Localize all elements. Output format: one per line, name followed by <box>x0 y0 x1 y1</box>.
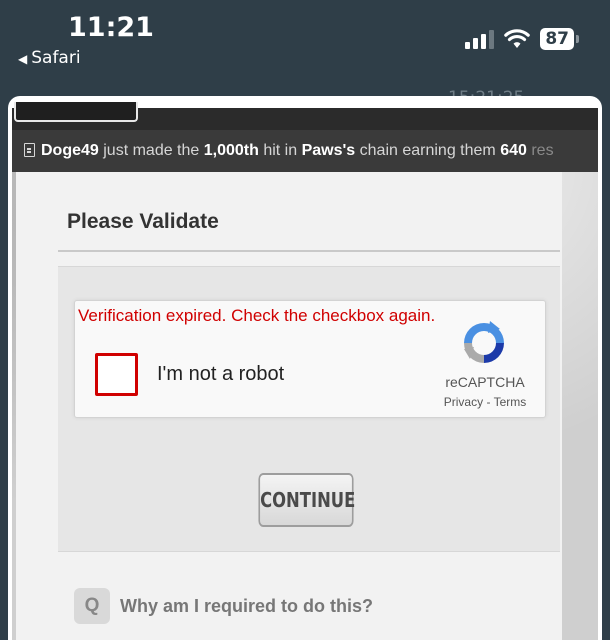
battery-icon: 87 <box>540 28 579 50</box>
dialog-title: Please Validate <box>67 210 219 233</box>
link-separator: - <box>486 395 491 409</box>
divider <box>58 250 560 252</box>
ticker-hit: 1,000th <box>203 142 259 159</box>
not-a-robot-label: I'm not a robot <box>157 363 285 385</box>
faq-question-link[interactable]: Why am I required to do this? <box>120 596 373 617</box>
terms-link[interactable]: Terms <box>494 395 527 409</box>
back-arrow-icon: ◀ <box>18 52 28 66</box>
back-app-label: Safari <box>31 48 81 68</box>
validation-dialog: Please Validate Verification expired. Ch… <box>16 172 562 640</box>
site-header-strip <box>12 102 598 130</box>
ticker-text: hit in <box>258 142 302 159</box>
web-page: Doge49 just made the 1,000th hit in Paws… <box>12 102 598 640</box>
recaptcha-logo-icon <box>464 321 504 363</box>
ticker-text: just made the <box>98 142 204 159</box>
news-ticker: Doge49 just made the 1,000th hit in Paws… <box>12 130 598 172</box>
ticker-text: chain earning them <box>355 142 501 159</box>
status-icons: 87 <box>465 28 579 50</box>
privacy-link[interactable]: Privacy <box>444 395 483 409</box>
not-a-robot-checkbox[interactable] <box>95 353 138 396</box>
browser-sheet: Doge49 just made the 1,000th hit in Paws… <box>8 96 602 640</box>
site-logo <box>14 102 138 122</box>
wifi-icon <box>504 29 531 48</box>
ticker-faction[interactable]: Paws's <box>302 142 356 159</box>
ios-status-bar: 11:21 ◀Safari 87 15:21:25 <box>0 0 610 108</box>
ticker-text: res <box>526 142 554 159</box>
question-icon: Q <box>74 588 110 624</box>
back-to-app-link[interactable]: ◀ Safari <box>18 48 81 68</box>
clock-time: 11:21 <box>68 12 154 43</box>
ticker-points: 640 <box>500 142 527 159</box>
cellular-signal-icon <box>465 29 495 49</box>
recaptcha-error-message: Verification expired. Check the checkbox… <box>78 306 436 325</box>
recaptcha-widget: Verification expired. Check the checkbox… <box>74 300 546 418</box>
captcha-panel: Verification expired. Check the checkbox… <box>58 266 560 552</box>
recaptcha-brand: reCAPTCHA <box>445 374 525 390</box>
document-icon <box>24 143 35 157</box>
recaptcha-links: Privacy - Terms <box>415 395 555 409</box>
ticker-user[interactable]: Doge49 <box>41 142 99 159</box>
faq-section: Q Why am I required to do this? <box>58 552 560 640</box>
continue-button[interactable]: CONTINUE <box>258 473 355 527</box>
